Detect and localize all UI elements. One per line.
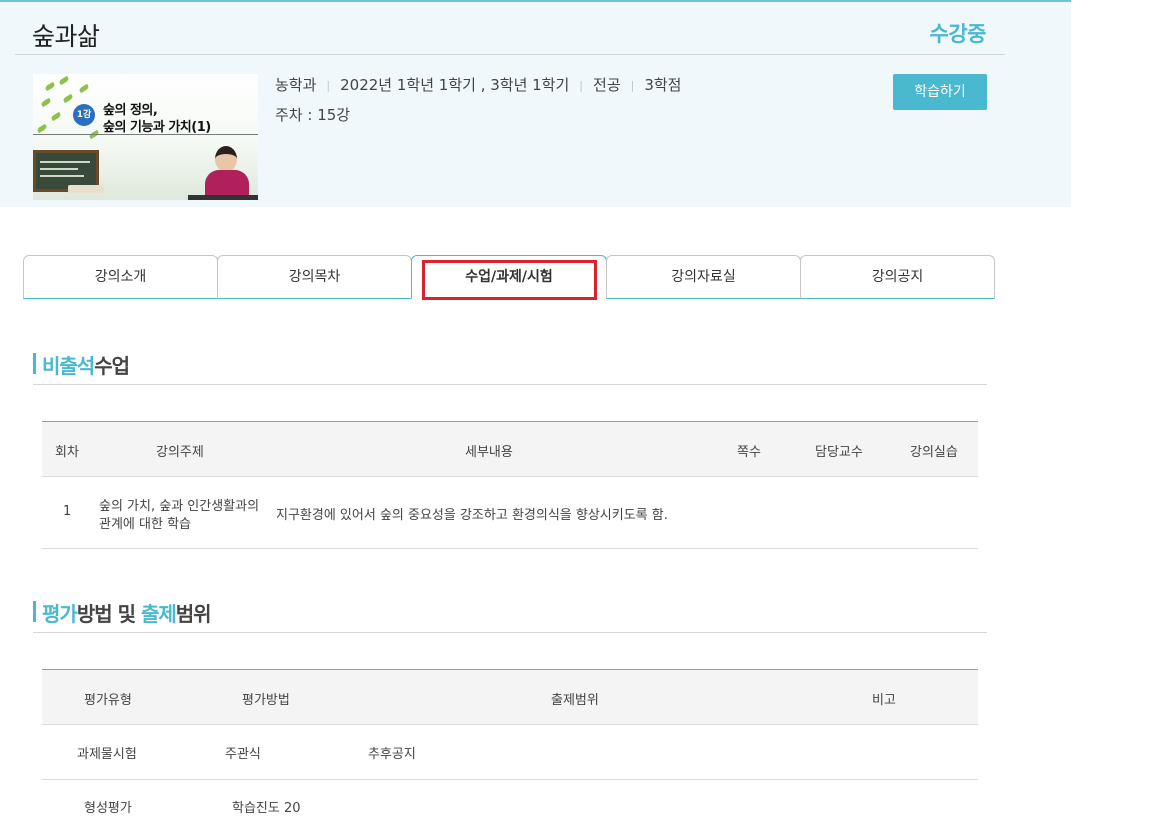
enrollment-status: 수강중 — [929, 22, 987, 46]
lecture-number-badge: 1강 — [73, 104, 95, 126]
thumbnail-title-line2: 숲의 기능과 가치(1) — [103, 120, 211, 135]
column-header: 평가유형 — [84, 693, 132, 708]
table-header: 회차 강의주제 세부내용 쪽수 담당교수 강의실습 — [42, 422, 978, 477]
column-header: 강의실습 — [910, 445, 958, 460]
leaf-decoration — [36, 123, 48, 134]
course-thumbnail[interactable]: 1강 숲의 정의, 숲의 기능과 가치(1) — [33, 74, 258, 200]
eval-scope-cell: 추후공지 — [368, 747, 416, 762]
tab-course-intro[interactable]: 강의소개 — [23, 255, 218, 299]
department: 농학과 — [275, 76, 317, 94]
meta-separator: | — [630, 79, 635, 92]
term: 2022년 1학년 1학기 , 3학년 1학기 — [340, 76, 570, 94]
course-tabs: 강의소개 강의목차 수업/과제/시험 강의자료실 강의공지 — [23, 255, 995, 300]
category: 전공 — [593, 76, 621, 94]
meta-separator: | — [326, 79, 331, 92]
eval-type-cell: 과제물시험 — [77, 747, 137, 762]
lecturer-illustration — [215, 146, 237, 172]
eval-method-cell: 주관식 — [225, 747, 261, 762]
heading-accent: 평가 — [42, 602, 78, 626]
row-divider — [42, 779, 978, 780]
column-header: 강의주제 — [156, 445, 204, 460]
topic-cell-line2: 관계에 대한 학습 — [99, 517, 191, 532]
tab-class-assignment-exam[interactable]: 수업/과제/시험 — [411, 255, 607, 299]
column-header: 회차 — [55, 445, 79, 460]
heading-mid: 방법 및 — [76, 602, 141, 626]
credits: 3학점 — [644, 76, 682, 94]
meta-separator: | — [579, 79, 584, 92]
column-header: 쪽수 — [737, 445, 761, 460]
tab-course-contents[interactable]: 강의목차 — [217, 255, 412, 299]
leaf-decoration — [78, 83, 90, 94]
column-header: 담당교수 — [815, 445, 863, 460]
week-info: 주차 : 15강 — [275, 106, 351, 124]
detail-cell: 지구환경에 있어서 숲의 중요성을 강조하고 환경의식을 향상시키도록 함. — [276, 508, 668, 523]
section-heading-evaluation: 평가방법 및 출제범위 — [33, 598, 212, 627]
column-header: 출제범위 — [551, 693, 599, 708]
column-header: 세부내용 — [465, 445, 513, 460]
section-heading-nonattendance: 비출석수업 — [33, 350, 130, 379]
course-meta: 농학과 | 2022년 1학년 1학기 , 3학년 1학기 | 전공 | 3학점 — [275, 74, 682, 95]
course-header: 숲과삶 수강중 1강 숲의 정의, 숲의 기능과 가치(1) 농학과 | 2022년… — [0, 0, 1071, 207]
row-divider — [42, 548, 978, 549]
leaf-decoration — [58, 75, 70, 86]
heading-rest: 범위 — [175, 602, 212, 626]
section-rule — [33, 632, 987, 633]
leaf-decoration — [62, 93, 74, 104]
thumbnail-rule — [33, 134, 258, 135]
heading-accent: 비출석 — [42, 354, 95, 378]
evaluation-table: 평가유형 평가방법 출제범위 비고 과제물시험 주관식 추후공지 형성평가 학습… — [42, 669, 978, 829]
column-header: 평가방법 — [242, 693, 290, 708]
header-divider — [15, 54, 1005, 55]
session-cell: 1 — [63, 504, 72, 519]
topic-cell-line1: 숲의 가치, 숲과 인간생활과의 — [99, 499, 260, 514]
leaf-decoration — [50, 111, 62, 122]
eval-method-cell: 학습진도 20 — [232, 801, 301, 816]
column-header: 비고 — [872, 693, 896, 708]
book-illustration — [68, 185, 104, 193]
tab-course-materials[interactable]: 강의자료실 — [606, 255, 801, 299]
course-title: 숲과삶 — [32, 22, 100, 51]
nonattendance-table: 회차 강의주제 세부내용 쪽수 담당교수 강의실습 1 숲의 가치, 숲과 인간… — [42, 421, 978, 549]
eval-type-cell: 형성평가 — [84, 801, 132, 816]
leaf-decoration — [44, 81, 56, 92]
section-rule — [33, 384, 987, 385]
tab-course-notice[interactable]: 강의공지 — [800, 255, 995, 299]
table-header: 평가유형 평가방법 출제범위 비고 — [42, 670, 978, 725]
heading-rest: 수업 — [94, 354, 130, 378]
leaf-decoration — [40, 97, 52, 108]
tab-label: 수업/과제/시험 — [465, 269, 553, 285]
desk-illustration — [188, 195, 258, 200]
study-button[interactable]: 학습하기 — [893, 74, 987, 110]
heading-accent: 출제 — [140, 602, 177, 626]
